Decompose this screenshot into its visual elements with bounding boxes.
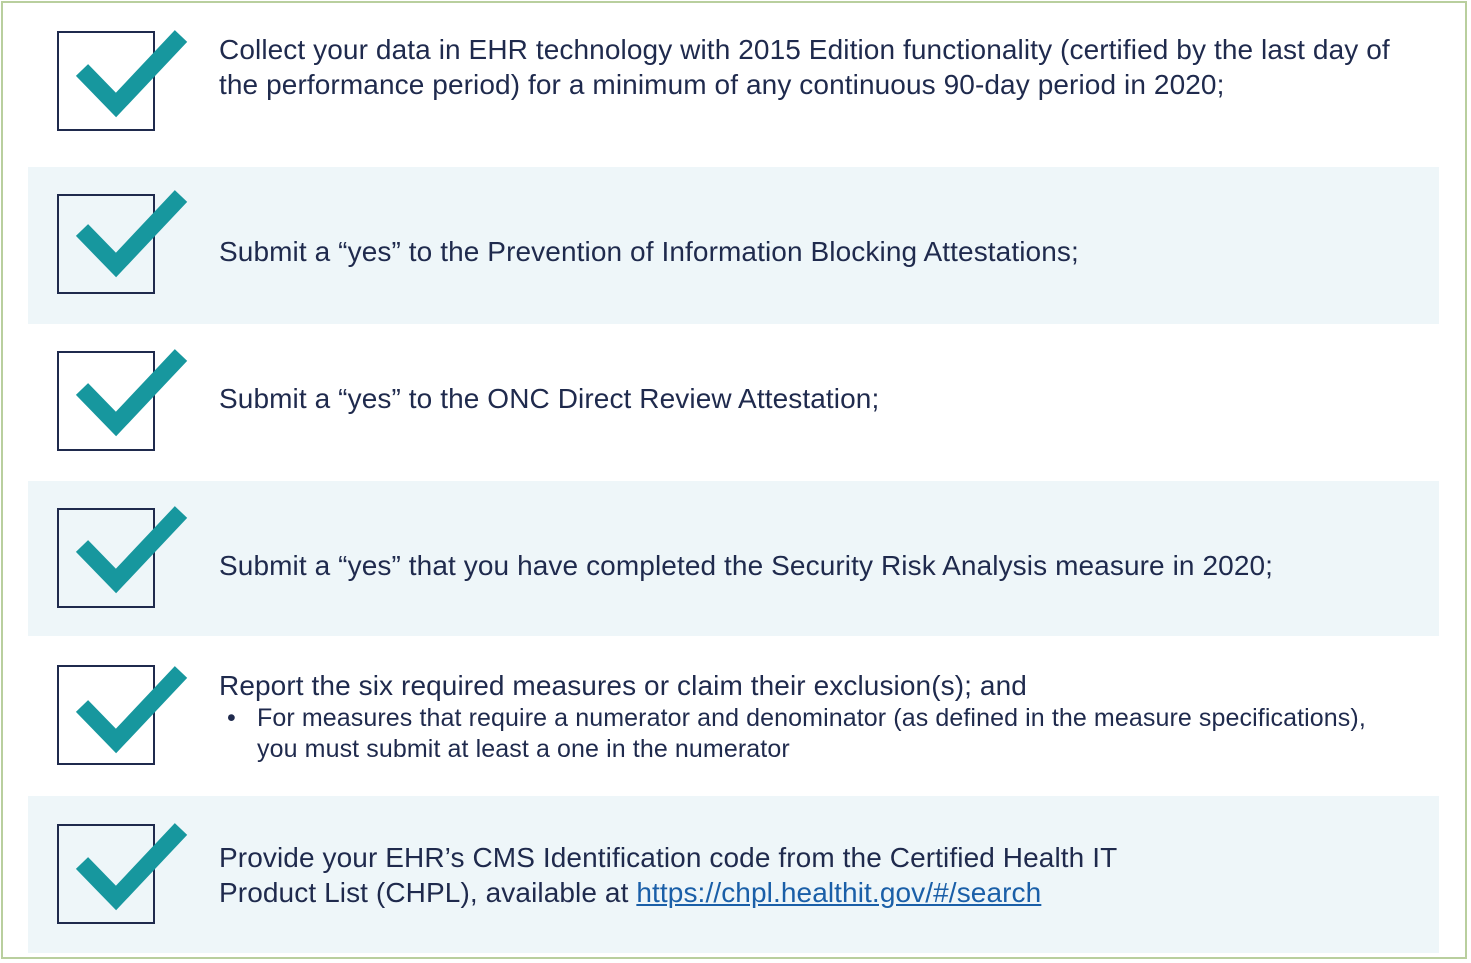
chpl-search-link[interactable]: https://chpl.healthit.gov/#/search bbox=[636, 877, 1041, 908]
checklist-item-cehrt: Collect your data in EHR technology with… bbox=[28, 3, 1439, 164]
checklist-item-chpl: Provide your EHR’s CMS Identification co… bbox=[28, 796, 1439, 953]
checkmark-icon bbox=[75, 506, 188, 594]
checklist-item-security-risk: Submit a “yes” that you have completed t… bbox=[28, 481, 1439, 636]
checklist-item-content: Provide your EHR’s CMS Identification co… bbox=[219, 840, 1219, 910]
checkmark-icon bbox=[75, 666, 188, 754]
sub-bullet-item: For measures that require a numerator an… bbox=[219, 703, 1379, 765]
sub-bullet-list: For measures that require a numerator an… bbox=[219, 703, 1379, 765]
checklist-frame: Collect your data in EHR technology with… bbox=[1, 1, 1467, 959]
checklist-item-text: Collect your data in EHR technology with… bbox=[219, 34, 1390, 100]
checklist-item-content: Report the six required measures or clai… bbox=[219, 668, 1379, 765]
checklist-item-text: Report the six required measures or clai… bbox=[219, 670, 1027, 701]
checklist-item-info-blocking: Submit a “yes” to the Prevention of Info… bbox=[28, 167, 1439, 324]
checkmark-icon bbox=[75, 30, 188, 118]
checklist-item-text: Submit a “yes” to the ONC Direct Review … bbox=[219, 383, 880, 414]
checklist-item-six-measures: Report the six required measures or clai… bbox=[28, 636, 1439, 796]
checkmark-icon bbox=[75, 823, 188, 911]
checkmark-icon bbox=[75, 349, 188, 437]
checkmark-icon bbox=[75, 190, 188, 278]
checklist-item-text: Submit a “yes” that you have completed t… bbox=[219, 550, 1274, 581]
checklist-item-text: Submit a “yes” to the Prevention of Info… bbox=[219, 236, 1079, 267]
checklist-item-onc-review: Submit a “yes” to the ONC Direct Review … bbox=[28, 324, 1439, 481]
